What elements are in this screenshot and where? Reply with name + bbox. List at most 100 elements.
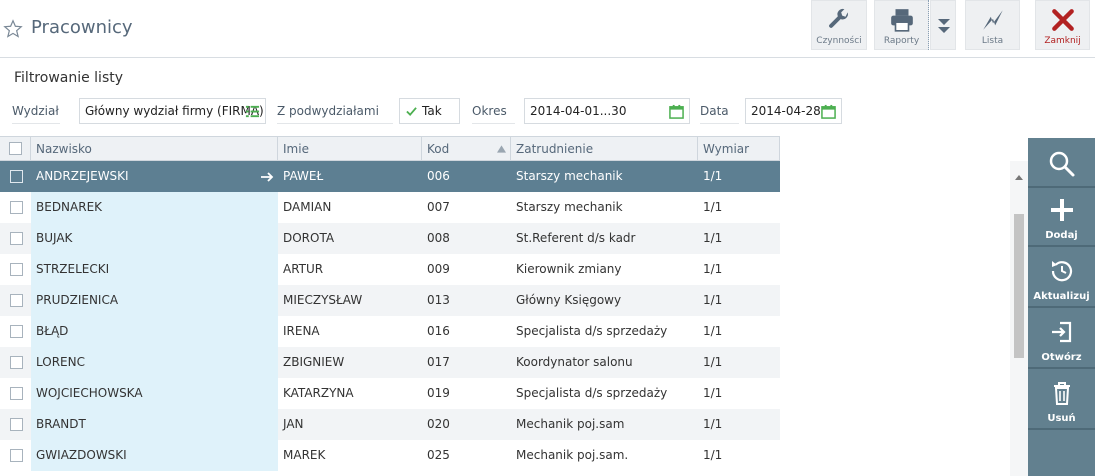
column-header-zatrudnienie[interactable]: Zatrudnienie — [511, 137, 698, 161]
row-checkbox[interactable] — [10, 170, 23, 183]
cell-imie: KATARZYNA — [283, 386, 354, 400]
calendar-icon[interactable] — [669, 104, 684, 119]
table-row[interactable]: WOJCIECHOWSKA KATARZYNA 019 Specjalista d/s… — [0, 378, 780, 409]
otworz-label: Otwórz — [1041, 352, 1082, 363]
row-checkbox[interactable] — [10, 232, 23, 245]
column-header-wymiar[interactable]: Wymiar — [698, 137, 780, 161]
okres-field[interactable]: 2014-04-01...30 — [524, 98, 690, 124]
cell-wymiar: 1/1 — [703, 448, 723, 462]
cell-kod: 016 — [427, 324, 450, 338]
cell-wymiar: 1/1 — [703, 324, 723, 338]
cell-kod: 013 — [427, 293, 450, 307]
cell-imie: ARTUR — [283, 262, 324, 276]
cell-nazwisko: BRANDT — [36, 417, 86, 431]
okres-label: Okres — [472, 98, 515, 124]
cell-wymiar: 1/1 — [703, 417, 723, 431]
row-arrow-icon — [261, 172, 274, 182]
cell-imie: JAN — [283, 417, 304, 431]
usun-button[interactable]: Usuń — [1028, 371, 1095, 430]
table-row[interactable]: BRANDT JAN 020 Mechanik poj.sam 1/1 — [0, 409, 780, 440]
table-row[interactable]: ANDRZEJEWSKI PAWEŁ 006 Starszy mechanik 1/1 — [0, 161, 780, 192]
cell-wymiar: 1/1 — [703, 169, 723, 183]
filter-section-title: Filtrowanie listy — [14, 70, 124, 86]
cell-imie: DAMIAN — [283, 200, 332, 214]
cell-kod: 020 — [427, 417, 450, 431]
search-icon — [1049, 151, 1074, 177]
wydzial-field[interactable]: Główny wydział firmy (FIRMA) — [79, 98, 266, 124]
table-row[interactable]: GWIAZDOWSKI MAREK 025 Mechanik poj.sam. 1/1 — [0, 440, 780, 471]
aktualizuj-button[interactable]: Aktualizuj — [1028, 249, 1095, 308]
cell-kod: 009 — [427, 262, 450, 276]
cell-nazwisko: STRZELECKI — [36, 262, 110, 276]
cell-nazwisko: WOJCIECHOWSKA — [36, 386, 143, 400]
column-header-nazwisko[interactable]: Nazwisko — [31, 137, 278, 161]
cell-zatrudnienie: Starszy mechanik — [516, 169, 623, 183]
cell-wymiar: 1/1 — [703, 293, 723, 307]
wydzial-value: Główny wydział firmy (FIRMA) — [85, 104, 264, 118]
sort-ascending-icon — [497, 145, 506, 153]
employees-grid: Nazwisko Imie Kod Zatrudnienie Wymiar AN… — [0, 136, 1028, 476]
data-value: 2014-04-28 — [751, 104, 821, 118]
cell-nazwisko: LORENC — [36, 355, 85, 369]
toolbar-separator — [928, 0, 929, 50]
otworz-button[interactable]: Otwórz — [1028, 310, 1095, 369]
raporty-button[interactable]: Raporty — [874, 0, 929, 50]
column-header-kod[interactable]: Kod — [422, 137, 511, 161]
grid-header: Nazwisko Imie Kod Zatrudnienie Wymiar — [0, 136, 780, 161]
page-title: Pracownicy — [31, 17, 133, 38]
row-checkbox[interactable] — [10, 325, 23, 338]
raporty-label: Raporty — [883, 36, 920, 46]
table-row[interactable]: STRZELECKI ARTUR 009 Kierownik zmiany 1/1 — [0, 254, 780, 285]
wrench-icon — [829, 8, 848, 28]
row-checkbox[interactable] — [10, 387, 23, 400]
podwydzialy-toggle[interactable]: Tak — [399, 98, 460, 124]
search-button[interactable] — [1028, 138, 1095, 188]
okres-value: 2014-04-01...30 — [530, 104, 627, 118]
cell-nazwisko: PRUDZIENICA — [36, 293, 119, 307]
cell-wymiar: 1/1 — [703, 200, 723, 214]
data-field[interactable]: 2014-04-28 — [745, 98, 842, 124]
table-row[interactable]: BEDNAREK DAMIAN 007 Starszy mechanik 1/1 — [0, 192, 780, 223]
row-checkbox[interactable] — [10, 356, 23, 369]
lista-button[interactable]: Lista — [965, 0, 1020, 50]
cell-imie: MAREK — [283, 448, 326, 462]
zamknij-button[interactable]: Zamknij — [1035, 0, 1090, 50]
row-checkbox[interactable] — [10, 263, 23, 276]
scrollbar-thumb[interactable] — [1014, 214, 1024, 358]
vertical-scrollbar[interactable] — [1010, 161, 1028, 476]
checkmark-icon — [406, 107, 417, 117]
printer-icon — [890, 9, 913, 32]
cell-imie: ZBIGNIEW — [283, 355, 345, 369]
cell-zatrudnienie: Mechanik poj.sam — [516, 417, 625, 431]
more-reports-button[interactable] — [930, 0, 956, 50]
scroll-up-arrow-icon[interactable] — [1015, 175, 1023, 180]
table-row[interactable]: PRUDZIENICA MIECZYSŁAW 013 Główny Księgowy 1… — [0, 285, 780, 316]
table-row[interactable]: BŁĄD IRENA 016 Specjalista d/s sprzedaży 1/1 — [0, 316, 780, 347]
table-row[interactable]: LORENC ZBIGNIEW 017 Koordynator salonu 1/1 — [0, 347, 780, 378]
calendar-icon[interactable] — [821, 104, 836, 119]
row-checkbox[interactable] — [10, 449, 23, 462]
list-picker-icon[interactable] — [245, 104, 260, 119]
cell-wymiar: 1/1 — [703, 386, 723, 400]
double-chevron-down-icon — [938, 19, 950, 33]
open-enter-icon — [1051, 321, 1071, 343]
cell-kod: 025 — [427, 448, 450, 462]
cell-kod: 017 — [427, 355, 450, 369]
cell-kod: 008 — [427, 231, 450, 245]
row-checkbox[interactable] — [10, 294, 23, 307]
select-all-checkbox[interactable] — [9, 142, 22, 155]
row-checkbox[interactable] — [10, 201, 23, 214]
action-sidebar: Dodaj Aktualizuj Otwórz Usuń — [1028, 138, 1095, 476]
row-checkbox[interactable] — [10, 418, 23, 431]
usun-label: Usuń — [1047, 413, 1076, 424]
cell-wymiar: 1/1 — [703, 262, 723, 276]
cell-zatrudnienie: Koordynator salonu — [516, 355, 633, 369]
column-header-imie[interactable]: Imie — [278, 137, 422, 161]
favorite-star-icon[interactable] — [2, 18, 24, 40]
header-select-all-cell — [0, 137, 31, 161]
cell-zatrudnienie: Mechanik poj.sam. — [516, 448, 629, 462]
dodaj-button[interactable]: Dodaj — [1028, 188, 1095, 247]
czynnosci-button[interactable]: Czynności — [811, 0, 867, 50]
cell-zatrudnienie: Starszy mechanik — [516, 200, 623, 214]
table-row[interactable]: BUJAK DOROTA 008 St.Referent d/s kadr 1/1 — [0, 223, 780, 254]
